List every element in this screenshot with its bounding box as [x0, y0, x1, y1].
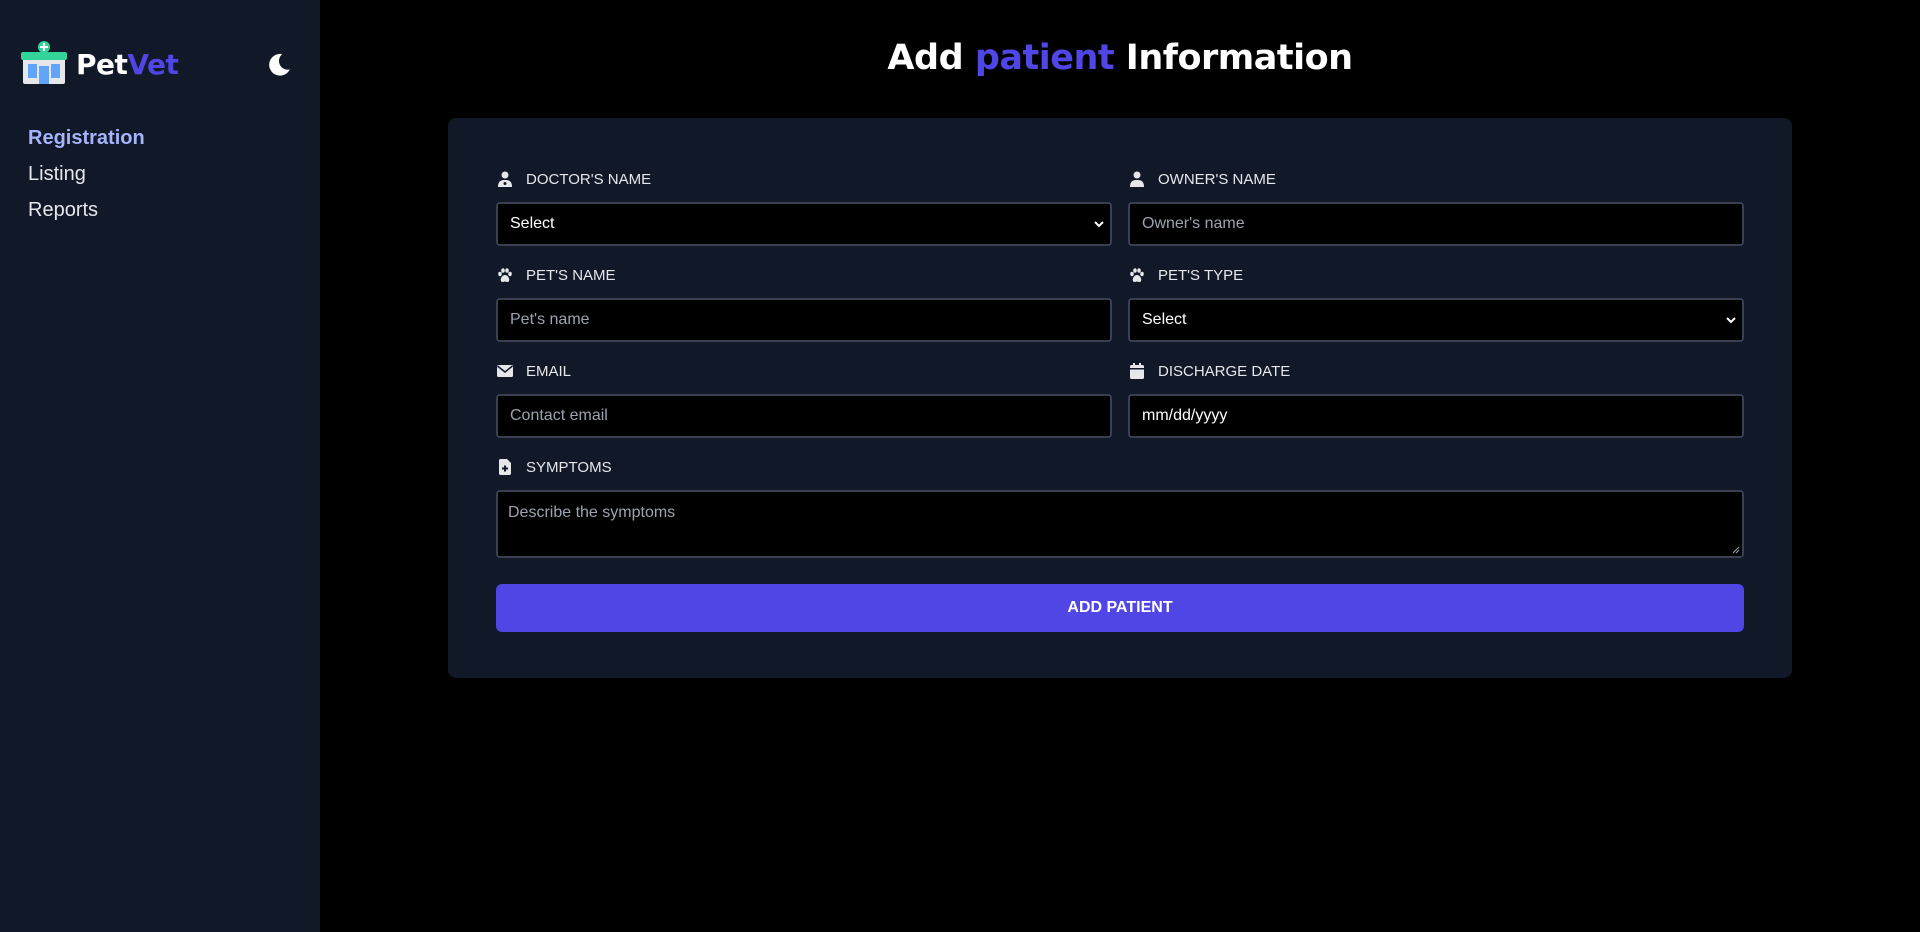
owner-label: Owner's name — [1128, 166, 1744, 192]
discharge-date-label: Discharge date — [1128, 358, 1744, 384]
pet-name-label-text: Pet's name — [526, 266, 616, 284]
page-title-part1: Add — [887, 38, 964, 78]
patient-form: Doctor's name Select Owner's name Owne — [496, 166, 1744, 574]
user-doctor-icon — [496, 170, 514, 188]
discharge-date-input[interactable]: mm/dd/yyyy — [1128, 394, 1744, 438]
main-content: Add patient Information Doctor's name Se… — [320, 0, 1920, 932]
pet-name-field: Pet's name Pet's name — [496, 262, 1112, 342]
doctor-field: Doctor's name Select — [496, 166, 1112, 246]
app-root: PetVet Registration Listing Reports Add … — [0, 0, 1920, 932]
email-input[interactable]: Contact email — [496, 394, 1112, 438]
add-patient-button[interactable]: ADD PATIENT — [496, 584, 1744, 632]
sidebar-item-listing[interactable]: Listing — [28, 156, 320, 192]
email-label: Email — [496, 358, 1112, 384]
owner-label-text: Owner's name — [1158, 170, 1276, 188]
doctor-label-text: Doctor's name — [526, 170, 652, 188]
pet-name-label: Pet's name — [496, 262, 1112, 288]
pet-type-select-value: Select — [1142, 311, 1187, 328]
owner-field: Owner's name Owner's name — [1128, 166, 1744, 246]
sidebar-nav: Registration Listing Reports — [20, 120, 320, 228]
symptoms-label-text: Symptoms — [526, 458, 612, 476]
paw-icon — [496, 266, 514, 284]
page-title-accent: patient — [974, 38, 1115, 78]
symptoms-placeholder: Describe the symptoms — [508, 504, 676, 521]
email-label-text: Email — [526, 362, 572, 380]
file-medical-icon — [496, 458, 514, 476]
discharge-date-field: Discharge date mm/dd/yyyy — [1128, 358, 1744, 438]
pet-type-label: Pet's type — [1128, 262, 1744, 288]
doctor-select-value: Select — [510, 215, 555, 232]
discharge-date-label-text: Discharge date — [1158, 362, 1291, 380]
sidebar-item-registration[interactable]: Registration — [28, 120, 320, 156]
page-title: Add patient Information — [320, 38, 1920, 78]
clinic-building-icon — [21, 41, 67, 84]
pet-name-input[interactable]: Pet's name — [496, 298, 1112, 342]
patient-form-card: Doctor's name Select Owner's name Owne — [448, 118, 1792, 678]
symptoms-field: Symptoms Describe the symptoms — [496, 454, 1744, 558]
pet-type-select[interactable]: Select — [1128, 298, 1744, 342]
resize-grip-icon[interactable] — [1732, 546, 1740, 554]
owner-name-input[interactable]: Owner's name — [1128, 202, 1744, 246]
pet-type-label-text: Pet's type — [1158, 266, 1244, 284]
brand-name-pet: Pet — [76, 47, 128, 81]
user-icon — [1128, 170, 1146, 188]
sidebar-item-reports[interactable]: Reports — [28, 192, 320, 228]
symptoms-textarea[interactable]: Describe the symptoms — [496, 490, 1744, 558]
page-title-part2: Information — [1125, 38, 1353, 78]
chevron-down-icon — [1726, 317, 1736, 324]
symptoms-label: Symptoms — [496, 454, 1744, 480]
doctor-label: Doctor's name — [496, 166, 1112, 192]
chevron-down-icon — [1094, 221, 1104, 228]
calendar-icon — [1128, 362, 1146, 380]
pet-type-field: Pet's type Select — [1128, 262, 1744, 342]
brand-name: PetVet — [76, 47, 179, 81]
moon-icon[interactable] — [266, 52, 292, 78]
paw-icon — [1128, 266, 1146, 284]
brand-name-vet: Vet — [127, 47, 179, 81]
doctor-select[interactable]: Select — [496, 202, 1112, 246]
envelope-icon — [496, 362, 514, 380]
email-field: Email Contact email — [496, 358, 1112, 438]
sidebar: PetVet Registration Listing Reports — [0, 0, 320, 932]
